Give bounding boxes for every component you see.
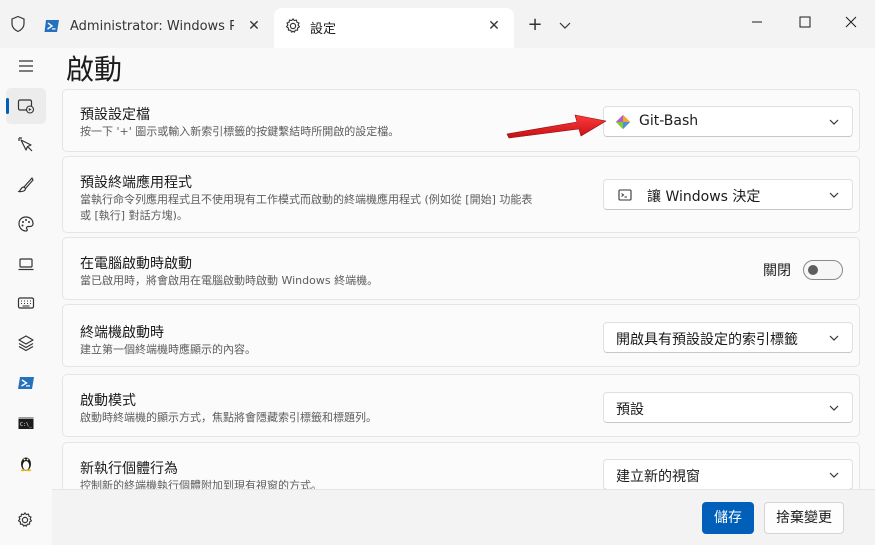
sidebar-item-actions[interactable] bbox=[6, 285, 46, 321]
cursor-icon bbox=[18, 137, 33, 152]
close-window-icon[interactable] bbox=[836, 10, 866, 34]
settings-content: C:\_ 啟動 預設設定檔 按一下 '+' 圖示或輸入新索引標籤的按鍵繫結時所開… bbox=[0, 48, 875, 545]
default-terminal-card: 預設終端應用程式 當執行命令列應用程式且不使用現有工作模式而啟動的終端機應用程式… bbox=[62, 156, 860, 233]
chevron-down-icon[interactable] bbox=[556, 14, 574, 36]
default-terminal-value: 讓 Windows 決定 bbox=[647, 189, 761, 205]
when-terminal-starts-card: 終端機啟動時 建立第一個終端機時應顯示的內容。 開啟具有預設設定的索引標籤 bbox=[62, 304, 860, 367]
chevron-down-icon bbox=[829, 472, 839, 478]
launch-on-startup-description: 當已啟用時，將會啟用在電腦啟動時啟動 Windows 終端機。 bbox=[80, 274, 379, 287]
sidebar-item-startup[interactable] bbox=[6, 88, 46, 124]
launch-mode-description: 啟動時終端機的顯示方式，焦點將會隱藏索引標籤和標題列。 bbox=[80, 411, 377, 424]
default-profile-title: 預設設定檔 bbox=[80, 107, 150, 123]
when-terminal-starts-title: 終端機啟動時 bbox=[80, 325, 164, 341]
command-prompt-icon: C:\_ bbox=[18, 417, 34, 429]
sidebar-item-linux-profile[interactable] bbox=[6, 445, 46, 481]
launch-on-startup-title: 在電腦啟動時啟動 bbox=[80, 256, 192, 272]
default-terminal-dropdown[interactable]: 讓 Windows 決定 bbox=[603, 179, 853, 210]
linux-penguin-icon bbox=[20, 457, 32, 472]
keyboard-icon bbox=[17, 297, 35, 309]
sidebar-item-appearance[interactable] bbox=[6, 167, 46, 203]
powershell-icon bbox=[18, 377, 34, 389]
discard-changes-button[interactable]: 捨棄變更 bbox=[764, 502, 844, 534]
sidebar-item-powershell-profile[interactable] bbox=[6, 365, 46, 401]
annotation-arrow bbox=[506, 114, 607, 139]
default-profile-value: Git-Bash bbox=[639, 113, 699, 129]
layers-icon bbox=[18, 335, 34, 352]
default-profile-card: 預設設定檔 按一下 '+' 圖示或輸入新索引標籤的按鍵繫結時所開啟的設定檔。 G… bbox=[62, 89, 860, 152]
close-icon[interactable]: ✕ bbox=[246, 18, 262, 34]
terminal-icon bbox=[618, 189, 632, 201]
laptop-icon bbox=[18, 258, 34, 271]
palette-icon bbox=[18, 216, 34, 232]
svg-text:C:\_: C:\_ bbox=[20, 422, 33, 428]
save-button[interactable]: 儲存 bbox=[702, 502, 754, 534]
close-icon[interactable]: ✕ bbox=[486, 18, 502, 34]
sidebar: C:\_ bbox=[0, 48, 52, 545]
open-json-settings-gear-icon[interactable] bbox=[16, 511, 34, 529]
new-tab-button[interactable]: + bbox=[524, 14, 546, 36]
new-instance-dropdown[interactable]: 建立新的視窗 bbox=[603, 459, 853, 490]
sidebar-item-interaction[interactable] bbox=[6, 127, 46, 163]
toggle-knob bbox=[808, 265, 818, 275]
git-icon bbox=[616, 115, 630, 129]
chevron-down-icon bbox=[829, 192, 839, 198]
chevron-down-icon bbox=[829, 119, 839, 125]
chevron-down-icon bbox=[829, 335, 839, 341]
chevron-down-icon bbox=[829, 405, 839, 411]
launch-on-startup-toggle[interactable] bbox=[803, 260, 843, 280]
tab-settings[interactable]: 設定 ✕ bbox=[274, 8, 514, 48]
hamburger-icon bbox=[19, 60, 33, 72]
gear-icon bbox=[285, 18, 301, 33]
tab-powershell-label: Administrator: Windows PowerShell bbox=[70, 19, 234, 34]
default-terminal-description-line2: 或 [執行] 對話方塊)。 bbox=[80, 209, 188, 222]
default-terminal-description-line1: 當執行命令列應用程式且不使用現有工作模式而啟動的終端機應用程式 (例如從 [開始… bbox=[80, 193, 533, 206]
sidebar-item-defaults[interactable] bbox=[6, 325, 46, 361]
brush-icon bbox=[17, 177, 34, 193]
default-profile-description: 按一下 '+' 圖示或輸入新索引標籤的按鍵繫結時所開啟的設定檔。 bbox=[80, 125, 400, 138]
shield-icon bbox=[11, 15, 25, 33]
hamburger-menu-button[interactable] bbox=[6, 48, 46, 84]
tab-powershell[interactable]: Administrator: Windows PowerShell ✕ bbox=[34, 8, 274, 48]
launch-mode-title: 啟動模式 bbox=[80, 393, 136, 409]
launch-mode-card: 啟動模式 啟動時終端機的顯示方式，焦點將會隱藏索引標籤和標題列。 預設 bbox=[62, 374, 860, 437]
launch-mode-dropdown[interactable]: 預設 bbox=[603, 392, 853, 423]
startup-icon bbox=[17, 99, 35, 114]
default-terminal-title: 預設終端應用程式 bbox=[80, 175, 192, 191]
powershell-icon bbox=[44, 20, 59, 32]
sidebar-item-rendering[interactable] bbox=[6, 246, 46, 282]
footer-bar: 儲存 捨棄變更 bbox=[52, 489, 875, 545]
page-title: 啟動 bbox=[66, 53, 123, 86]
maximize-icon[interactable] bbox=[790, 10, 820, 34]
launch-on-startup-toggle-label: 關閉 bbox=[763, 263, 791, 279]
minimize-icon[interactable] bbox=[742, 10, 772, 34]
new-instance-title: 新執行個體行為 bbox=[80, 461, 178, 477]
launch-mode-value: 預設 bbox=[616, 402, 644, 418]
tab-settings-label: 設定 bbox=[310, 22, 337, 37]
title-bar: Administrator: Windows PowerShell ✕ 設定 ✕… bbox=[0, 0, 875, 48]
launch-on-startup-card: 在電腦啟動時啟動 當已啟用時，將會啟用在電腦啟動時啟動 Windows 終端機。… bbox=[62, 237, 860, 300]
when-terminal-starts-dropdown[interactable]: 開啟具有預設設定的索引標籤 bbox=[603, 322, 853, 353]
sidebar-item-cmd-profile[interactable]: C:\_ bbox=[6, 405, 46, 441]
when-terminal-starts-description: 建立第一個終端機時應顯示的內容。 bbox=[80, 343, 256, 356]
new-instance-value: 建立新的視窗 bbox=[616, 469, 700, 485]
default-profile-dropdown[interactable]: Git-Bash bbox=[603, 106, 853, 137]
sidebar-item-color-schemes[interactable] bbox=[6, 206, 46, 242]
when-terminal-starts-value: 開啟具有預設設定的索引標籤 bbox=[616, 332, 798, 348]
